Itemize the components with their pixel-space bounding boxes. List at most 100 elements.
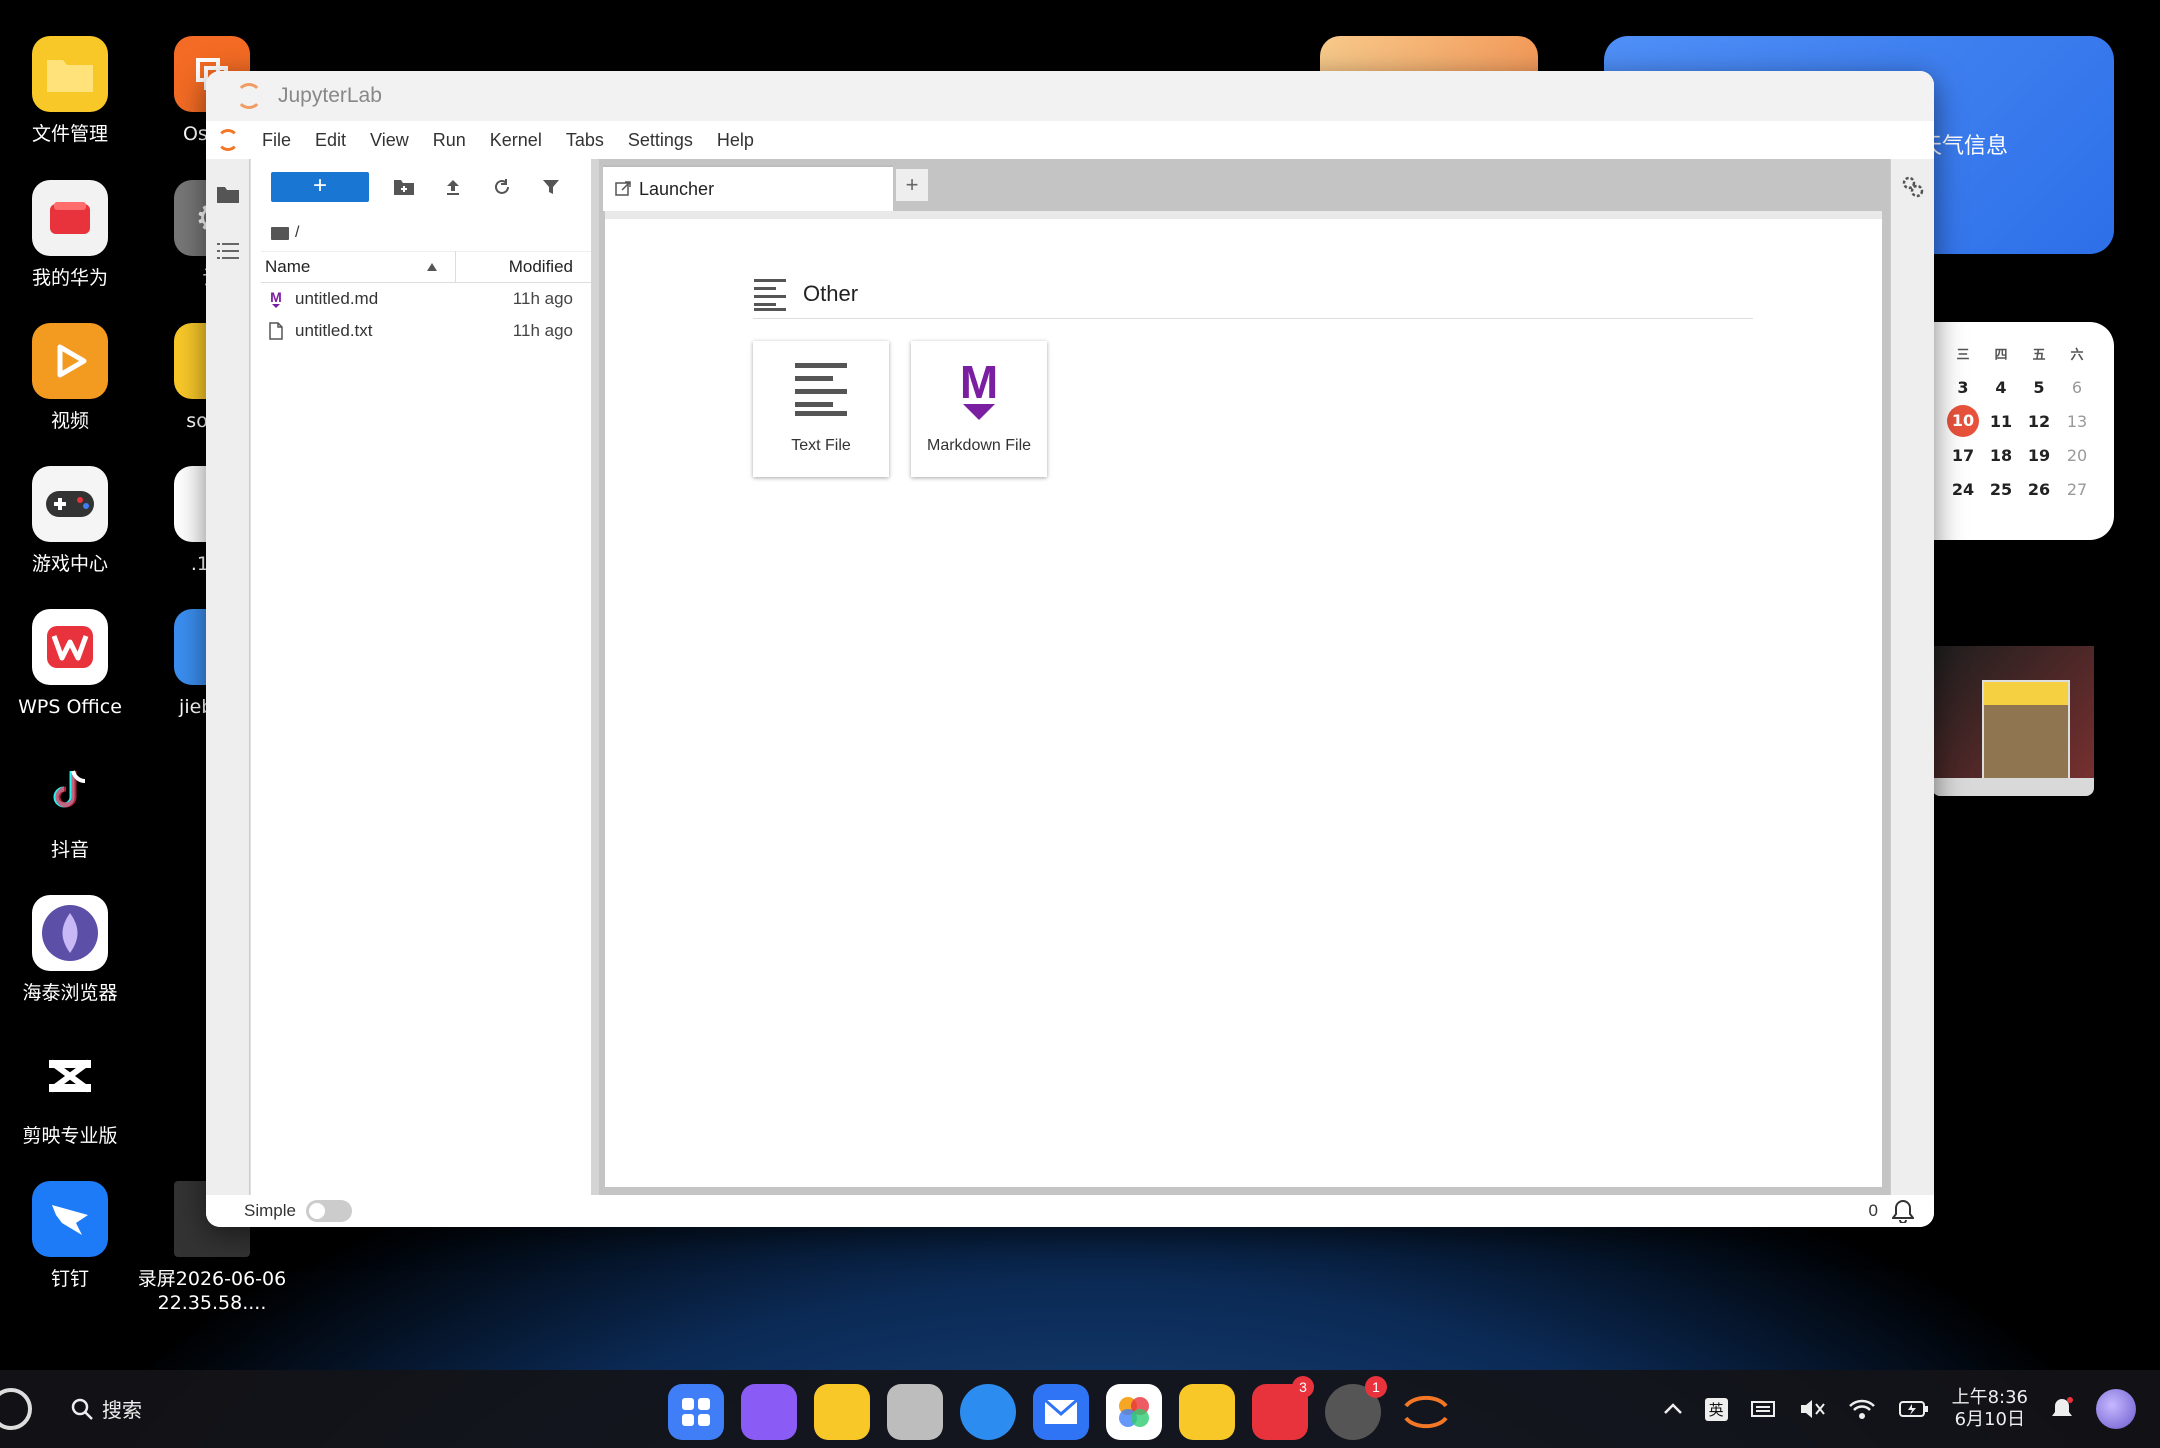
calendar-day: 25 — [1989, 479, 2013, 499]
chevron-up-icon[interactable] — [1663, 1403, 1683, 1415]
menu-tabs[interactable]: Tabs — [554, 121, 616, 159]
wifi-icon[interactable] — [1848, 1398, 1876, 1420]
desktop-icon-label: 我的华为 — [31, 267, 108, 289]
desktop-icon-capcut[interactable]: 剪映专业版 — [0, 1038, 140, 1148]
calendar-day: 19 — [2027, 445, 2051, 465]
battery-charging-icon[interactable] — [1898, 1399, 1930, 1419]
dock-app-jupyter-icon[interactable] — [1398, 1384, 1454, 1440]
desktop-icon-douyin[interactable]: 抖音 — [0, 752, 140, 862]
keyboard-icon[interactable] — [1750, 1398, 1776, 1420]
calendar-day: 11 — [1989, 411, 2013, 431]
widget-top[interactable] — [1320, 36, 1538, 76]
upload-button[interactable] — [438, 172, 468, 202]
calendar-day: 26 — [2027, 479, 2051, 499]
file-browser-toolbar: + — [251, 159, 591, 215]
column-header-modified[interactable]: Modified — [456, 257, 591, 277]
volume-muted-icon[interactable] — [1798, 1397, 1826, 1421]
calendar-header-row: 三 四 五 六 — [1944, 336, 2104, 370]
video-play-icon — [32, 323, 108, 399]
dock-app-multitask-icon[interactable] — [741, 1384, 797, 1440]
calendar-day: 27 — [2066, 479, 2088, 499]
add-tab-button[interactable]: + — [896, 169, 928, 201]
file-row[interactable]: untitled.txt 11h ago — [261, 315, 591, 347]
desktop: 天气信息 三 四 五 六 3 4 5 6 10 11 12 13 17 18 1… — [0, 0, 2160, 1448]
assistant-avatar[interactable] — [2096, 1389, 2136, 1429]
bell-icon[interactable] — [1892, 1199, 1914, 1223]
dock-app-browser-icon[interactable] — [960, 1384, 1016, 1440]
menu-file[interactable]: File — [250, 121, 303, 159]
clock-time: 上午8:36 — [1951, 1387, 2028, 1408]
card-label: Markdown File — [926, 437, 1032, 454]
start-button[interactable] — [0, 1388, 32, 1430]
calendar-day: 4 — [1995, 377, 2007, 397]
main-dock-area: Launcher + Other Text File M Markdown Fi… — [599, 159, 1890, 1195]
desktop-icon-video[interactable]: 视频 — [0, 323, 140, 433]
clock-date: 6月10日 — [1954, 1409, 2025, 1430]
text-file-icon — [793, 341, 849, 437]
breadcrumb-root[interactable]: / — [295, 224, 299, 242]
menu-kernel[interactable]: Kernel — [478, 121, 554, 159]
dock-app-app-gallery-icon[interactable]: 3 — [1252, 1376, 1314, 1440]
dock-app-settings-icon[interactable]: 1 — [1325, 1376, 1387, 1440]
calendar-week-row: 3 4 5 6 — [1944, 370, 2104, 404]
new-folder-button[interactable] — [389, 172, 419, 202]
simple-mode-label: Simple — [244, 1201, 296, 1220]
calendar-day: 18 — [1989, 445, 2013, 465]
desktop-icon-dingtalk[interactable]: 钉钉 — [0, 1181, 140, 1291]
desktop-icon-wps[interactable]: WPS Office — [0, 609, 140, 719]
dock-app-photos-icon[interactable] — [1106, 1384, 1162, 1440]
menu-settings[interactable]: Settings — [616, 121, 705, 159]
new-folder-icon — [394, 180, 414, 195]
desktop-icon-haitai-browser[interactable]: 海泰浏览器 — [0, 895, 140, 1005]
file-modified: 11h ago — [512, 289, 573, 308]
calendar-weekday: 六 — [2070, 347, 2084, 363]
file-row[interactable]: M untitled.md 11h ago — [261, 283, 591, 315]
folder-icon — [32, 36, 108, 112]
dock-app-mail-icon[interactable] — [1033, 1384, 1089, 1440]
refresh-button[interactable] — [487, 172, 517, 202]
dingtalk-icon — [32, 1181, 108, 1257]
dock-app-trash-icon[interactable] — [887, 1384, 943, 1440]
launcher-cards: Text File M Markdown File — [753, 341, 1753, 477]
ime-indicator[interactable]: 英 — [1704, 1397, 1728, 1421]
lab-body: + / Name Modified M untitled.md 11h ago … — [206, 159, 1934, 1195]
notification-bell-icon[interactable] — [2050, 1396, 2074, 1422]
desktop-icon-label: 抖音 — [50, 839, 89, 861]
desktop-icon-label: 文件管理 — [31, 123, 108, 145]
property-inspector-gears-icon[interactable] — [1901, 175, 1925, 199]
panel-splitter[interactable] — [591, 159, 599, 1195]
calendar-weekday: 四 — [1994, 347, 2008, 363]
markdown-icon: M — [955, 341, 1003, 437]
breadcrumb[interactable]: / — [251, 215, 591, 251]
simple-mode-toggle[interactable] — [305, 1200, 352, 1222]
dock-app-files-icon[interactable] — [814, 1384, 870, 1440]
desktop-icon-game-center[interactable]: 游戏中心 — [0, 466, 140, 576]
svg-text:M: M — [960, 356, 998, 408]
toc-tab-button[interactable] — [206, 229, 250, 273]
tab-launcher[interactable]: Launcher — [603, 165, 893, 211]
file-browser-tab-button[interactable] — [206, 159, 250, 229]
calendar-widget[interactable]: 三 四 五 六 3 4 5 6 10 11 12 13 17 18 19 20 … — [1930, 322, 2114, 540]
filter-button[interactable] — [536, 172, 566, 202]
desktop-icon-my-huawei[interactable]: 我的华为 — [0, 180, 140, 290]
menu-edit[interactable]: Edit — [303, 121, 358, 159]
desktop-icon-files[interactable]: 文件管理 — [0, 36, 140, 146]
taskbar-clock[interactable]: 上午8:36 6月10日 — [1952, 1387, 2028, 1431]
launcher-card-markdown-file[interactable]: M Markdown File — [911, 341, 1047, 477]
taskbar-search[interactable]: 搜索 — [70, 1394, 142, 1423]
dock-app-launcher-icon[interactable] — [668, 1384, 724, 1440]
dock-app-notes-icon[interactable] — [1179, 1384, 1235, 1440]
menu-view[interactable]: View — [358, 121, 421, 159]
menu-run[interactable]: Run — [421, 121, 478, 159]
launcher-card-text-file[interactable]: Text File — [753, 341, 889, 477]
new-launcher-button[interactable]: + — [271, 172, 369, 202]
text-lines-icon — [754, 278, 786, 311]
jupyterlab-window: JupyterLab File Edit View Run Kernel Tab… — [206, 71, 1934, 1227]
column-header-name[interactable]: Name — [261, 251, 456, 283]
file-name: untitled.txt — [295, 321, 373, 340]
menu-help[interactable]: Help — [705, 121, 766, 159]
window-titlebar[interactable]: JupyterLab — [206, 71, 1934, 121]
album-cover[interactable] — [1982, 680, 2070, 780]
desktop-icon-label: 剪映专业版 — [22, 1125, 118, 1147]
settings-badge: 1 — [1365, 1376, 1387, 1398]
